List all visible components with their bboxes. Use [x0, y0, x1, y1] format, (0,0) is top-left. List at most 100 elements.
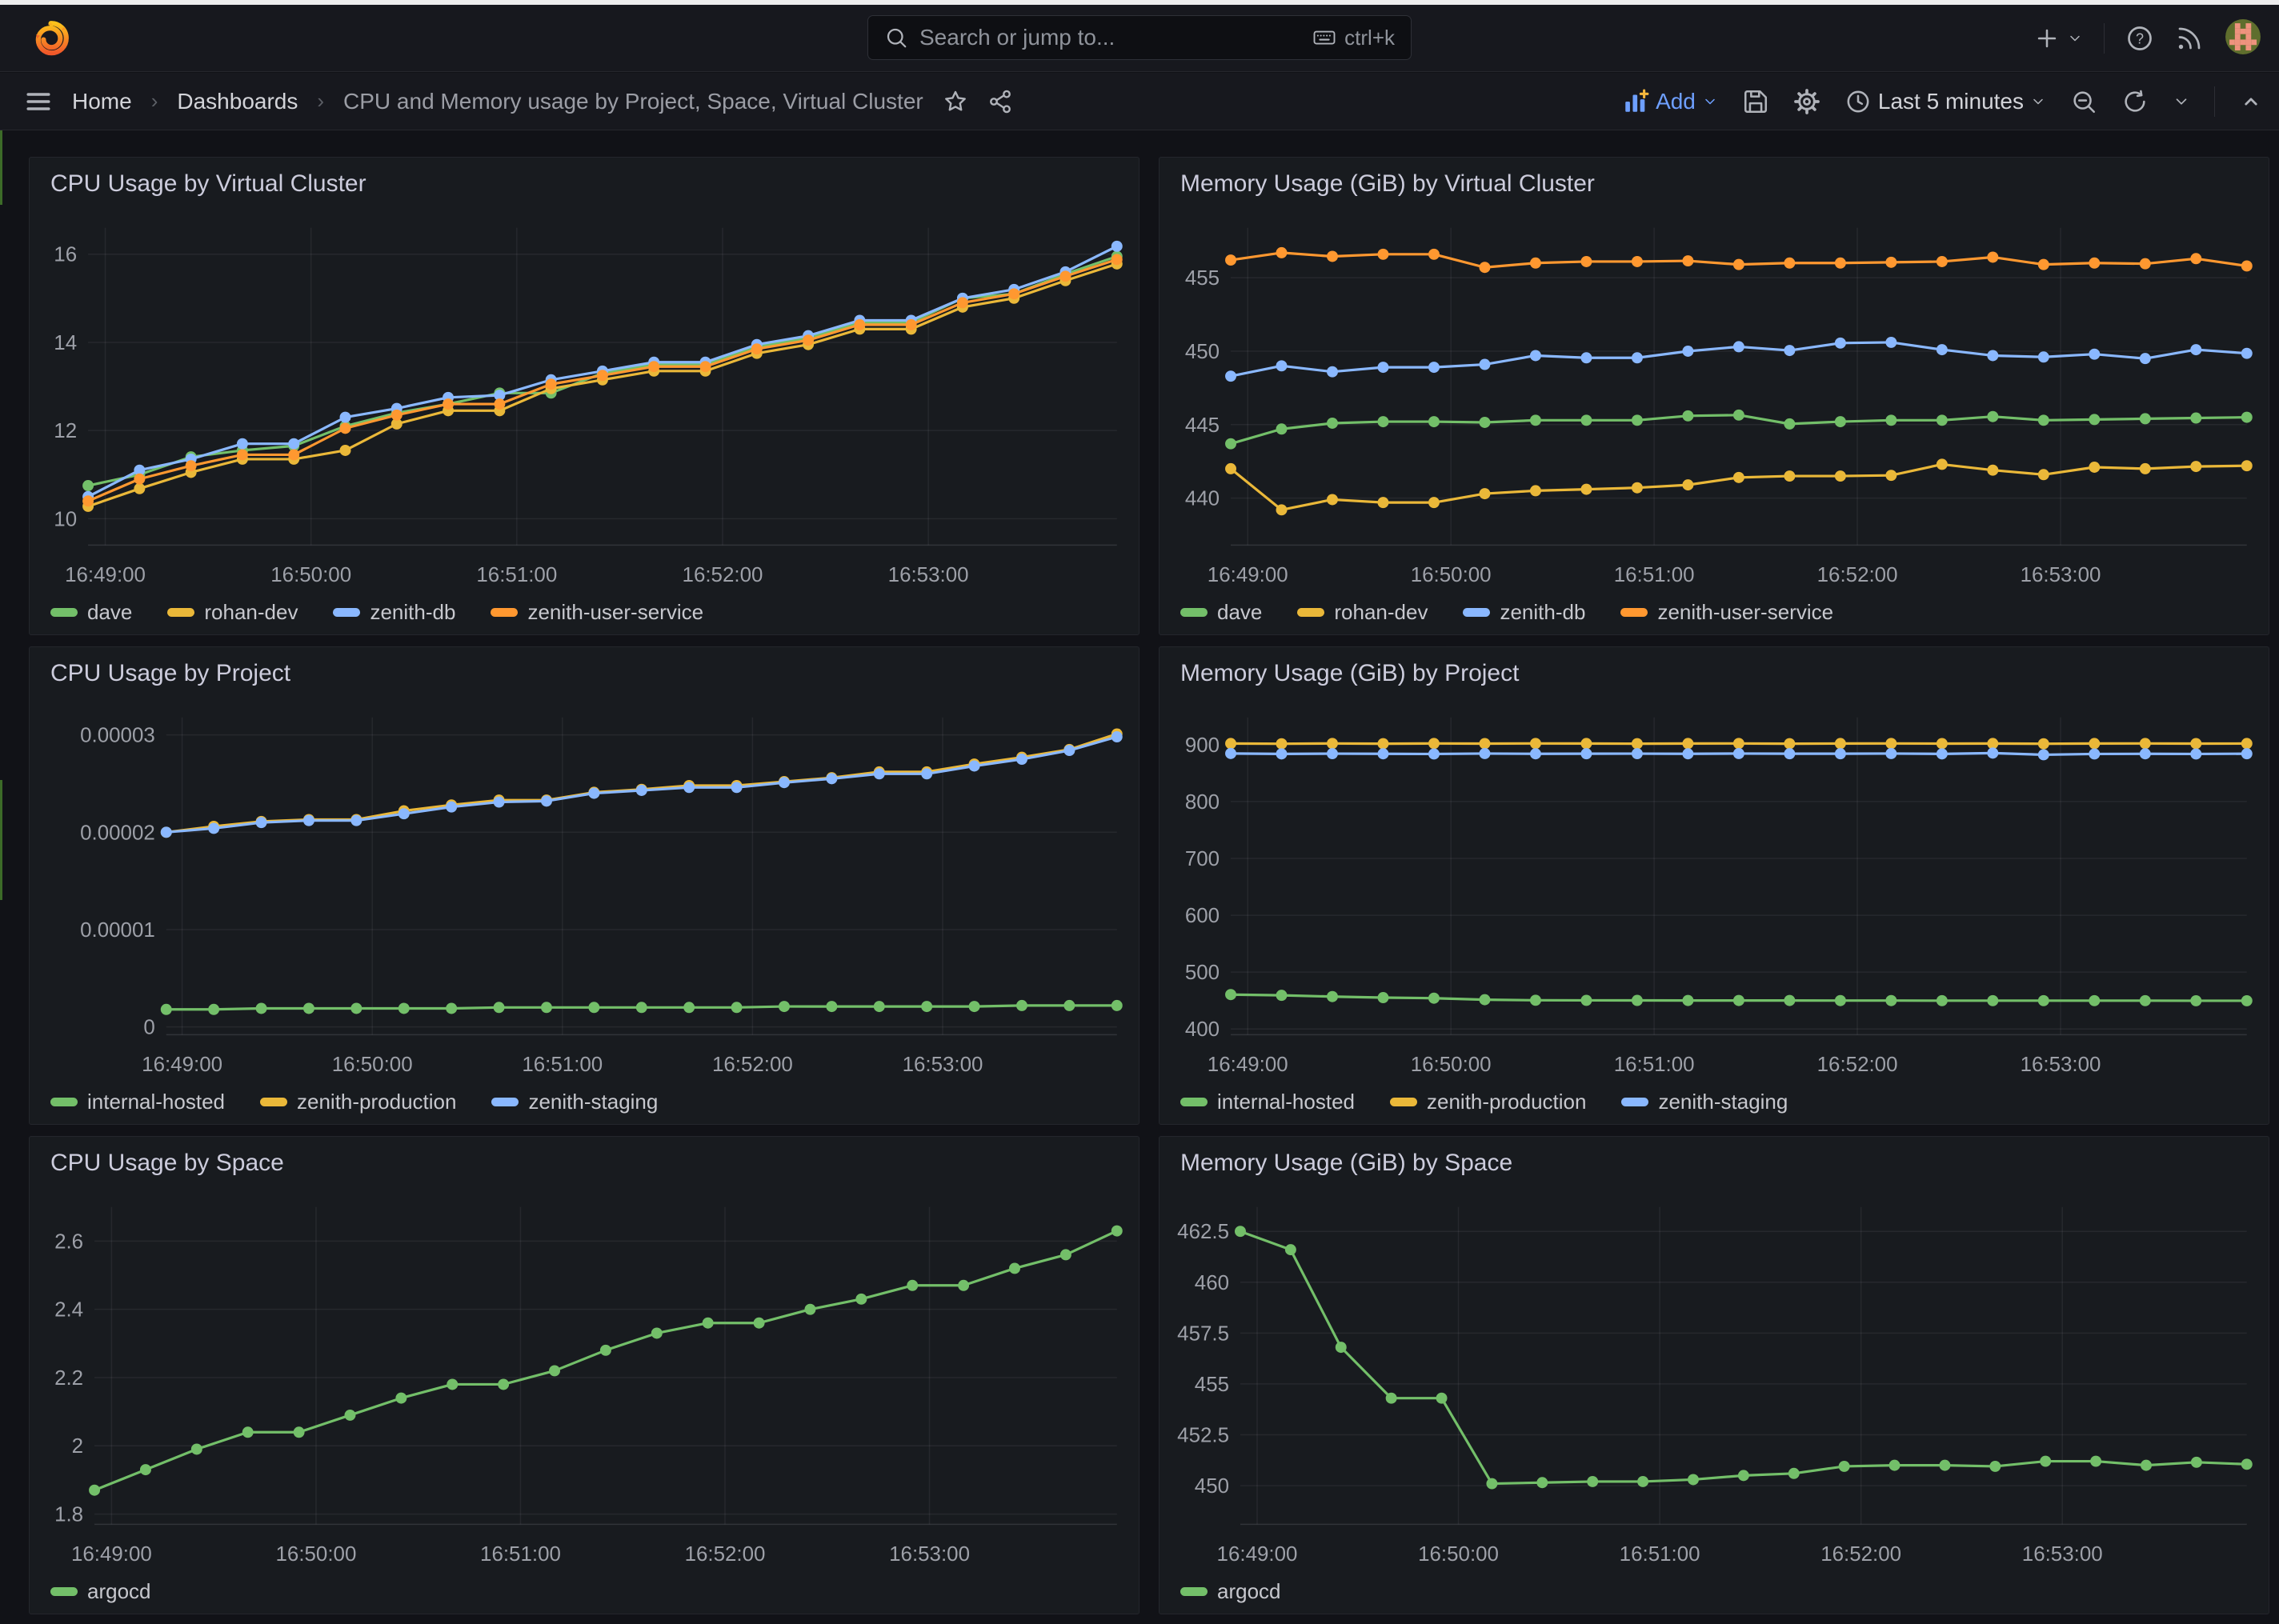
- svg-text:16:51:00: 16:51:00: [1614, 564, 1695, 586]
- legend-label: zenith-staging: [528, 1090, 658, 1114]
- legend-label: rohan-dev: [1334, 600, 1428, 625]
- chevron-down-icon: [2030, 94, 2046, 110]
- series-internal-hosted: [1225, 989, 2253, 1006]
- series-rohan-dev: [1225, 458, 2253, 515]
- panel-title[interactable]: Memory Usage (GiB) by Space: [1180, 1150, 1512, 1177]
- svg-text:16:52:00: 16:52:00: [1817, 1054, 1898, 1076]
- dashboard-toolbar: Home › Dashboards › CPU and Memory usage…: [0, 73, 2279, 130]
- legend-swatch: [50, 1587, 78, 1596]
- svg-text:10: 10: [54, 508, 77, 530]
- legend-swatch: [1180, 1098, 1208, 1106]
- legend-item-internal-hosted[interactable]: internal-hosted: [1180, 1090, 1355, 1114]
- svg-text:16:51:00: 16:51:00: [480, 1543, 561, 1566]
- divider: [2214, 86, 2215, 117]
- legend-item-dave[interactable]: dave: [50, 600, 132, 625]
- legend-label: dave: [87, 600, 132, 625]
- grafana-logo-icon[interactable]: [32, 19, 70, 58]
- time-range-picker[interactable]: Last 5 minutes: [1844, 88, 2046, 115]
- svg-text:16:51:00: 16:51:00: [476, 564, 557, 586]
- refresh-interval-dropdown[interactable]: [2173, 93, 2190, 110]
- svg-text:0.00002: 0.00002: [80, 822, 155, 844]
- legend-item-zenith-user-service[interactable]: zenith-user-service: [1620, 600, 1833, 625]
- series-internal-hosted: [161, 1000, 1123, 1015]
- legend-item-internal-hosted[interactable]: internal-hosted: [50, 1090, 225, 1114]
- chart-mem-project[interactable]: 40050060070080090016:49:0016:50:0016:51:…: [1160, 647, 2269, 1124]
- legend-item-rohan-dev[interactable]: rohan-dev: [167, 600, 298, 625]
- share-button[interactable]: [987, 89, 1013, 114]
- svg-text:16:50:00: 16:50:00: [276, 1543, 357, 1566]
- svg-text:16:50:00: 16:50:00: [270, 564, 351, 586]
- chart-mem-virtual-cluster[interactable]: 44044545045516:49:0016:50:0016:51:0016:5…: [1160, 158, 2269, 634]
- panel-title[interactable]: Memory Usage (GiB) by Project: [1180, 660, 1519, 687]
- refresh-icon: [2121, 88, 2149, 115]
- svg-text:445: 445: [1185, 414, 1220, 437]
- legend-item-zenith-production[interactable]: zenith-production: [260, 1090, 456, 1114]
- legend-item-zenith-db[interactable]: zenith-db: [1463, 600, 1585, 625]
- legend-item-argocd[interactable]: argocd: [50, 1579, 151, 1604]
- save-icon: [1742, 88, 1769, 115]
- legend-item-zenith-staging[interactable]: zenith-staging: [491, 1090, 658, 1114]
- news-button[interactable]: [2175, 24, 2204, 53]
- panel-title[interactable]: CPU Usage by Space: [50, 1150, 284, 1177]
- favorite-button[interactable]: [943, 89, 968, 114]
- dashboard-settings-button[interactable]: [1793, 88, 1820, 115]
- legend-label: argocd: [1217, 1579, 1281, 1604]
- svg-text:16: 16: [54, 244, 77, 266]
- panel-cpu-virtual-cluster: CPU Usage by Virtual Cluster1012141616:4…: [29, 157, 1140, 635]
- chart-mem-space[interactable]: 450452.5455457.5460462.516:49:0016:50:00…: [1160, 1137, 2269, 1614]
- svg-text:16:51:00: 16:51:00: [1614, 1054, 1695, 1076]
- svg-text:?: ?: [2136, 30, 2144, 46]
- legend-item-zenith-production[interactable]: zenith-production: [1390, 1090, 1586, 1114]
- legend-item-zenith-db[interactable]: zenith-db: [333, 600, 455, 625]
- help-button[interactable]: ?: [2125, 24, 2154, 53]
- breadcrumb: Home › Dashboards › CPU and Memory usage…: [24, 73, 1013, 130]
- breadcrumb-home[interactable]: Home: [72, 89, 132, 114]
- svg-text:16:49:00: 16:49:00: [142, 1054, 222, 1076]
- mega-menu-button[interactable]: [24, 87, 53, 116]
- legend-item-rohan-dev[interactable]: rohan-dev: [1297, 600, 1428, 625]
- zoom-out-icon: [2070, 88, 2097, 115]
- legend-item-argocd[interactable]: argocd: [1180, 1579, 1281, 1604]
- panel-title[interactable]: CPU Usage by Project: [50, 660, 290, 687]
- breadcrumb-current: CPU and Memory usage by Project, Space, …: [343, 89, 923, 114]
- avatar[interactable]: [2225, 18, 2261, 59]
- new-menu-button[interactable]: [2033, 25, 2083, 52]
- svg-text:500: 500: [1185, 962, 1220, 984]
- search-input[interactable]: Search or jump to... ctrl+k: [867, 15, 1412, 60]
- legend-swatch: [167, 608, 194, 617]
- save-dashboard-button[interactable]: [1742, 88, 1769, 115]
- gear-icon: [1793, 88, 1820, 115]
- svg-text:2.6: 2.6: [54, 1230, 83, 1253]
- grid: [1231, 718, 2247, 1035]
- legend-item-zenith-user-service[interactable]: zenith-user-service: [491, 600, 703, 625]
- svg-text:455: 455: [1195, 1374, 1229, 1396]
- chevron-down-icon: [2067, 30, 2083, 46]
- legend-item-dave[interactable]: dave: [1180, 600, 1262, 625]
- add-panel-button[interactable]: Add: [1622, 88, 1718, 115]
- refresh-button[interactable]: [2121, 88, 2149, 115]
- legend-swatch: [50, 1098, 78, 1106]
- plus-icon: [2033, 25, 2061, 52]
- svg-text:16:50:00: 16:50:00: [1411, 1054, 1492, 1076]
- panel-title[interactable]: Memory Usage (GiB) by Virtual Cluster: [1180, 170, 1595, 198]
- chart-cpu-space[interactable]: 1.822.22.42.616:49:0016:50:0016:51:0016:…: [30, 1137, 1139, 1614]
- chart-cpu-project[interactable]: 00.000010.000020.0000316:49:0016:50:0016…: [30, 647, 1139, 1124]
- legend-swatch: [50, 608, 78, 617]
- legend: internal-hosted zenith-production zenith-s…: [1180, 1090, 1788, 1114]
- legend-item-zenith-staging[interactable]: zenith-staging: [1621, 1090, 1788, 1114]
- zoom-out-time-button[interactable]: [2070, 88, 2097, 115]
- legend: argocd: [1180, 1579, 1281, 1604]
- chart-cpu-virtual-cluster[interactable]: 1012141616:49:0016:50:0016:51:0016:52:00…: [30, 158, 1139, 634]
- legend-label: zenith-staging: [1658, 1090, 1788, 1114]
- svg-text:16:49:00: 16:49:00: [71, 1543, 152, 1566]
- panel-title[interactable]: CPU Usage by Virtual Cluster: [50, 170, 366, 198]
- series-argocd: [89, 1226, 1123, 1496]
- desktop-edge-artifact: [0, 780, 2, 900]
- svg-text:0.00003: 0.00003: [80, 725, 155, 747]
- axis-labels: 450452.5455457.5460462.516:49:0016:50:00…: [1177, 1221, 2102, 1566]
- svg-text:12: 12: [54, 420, 77, 442]
- svg-text:462.5: 462.5: [1177, 1221, 1229, 1243]
- svg-text:16:50:00: 16:50:00: [1418, 1543, 1499, 1566]
- collapse-toolbar-button[interactable]: [2239, 90, 2263, 114]
- breadcrumb-dashboards[interactable]: Dashboards: [177, 89, 298, 114]
